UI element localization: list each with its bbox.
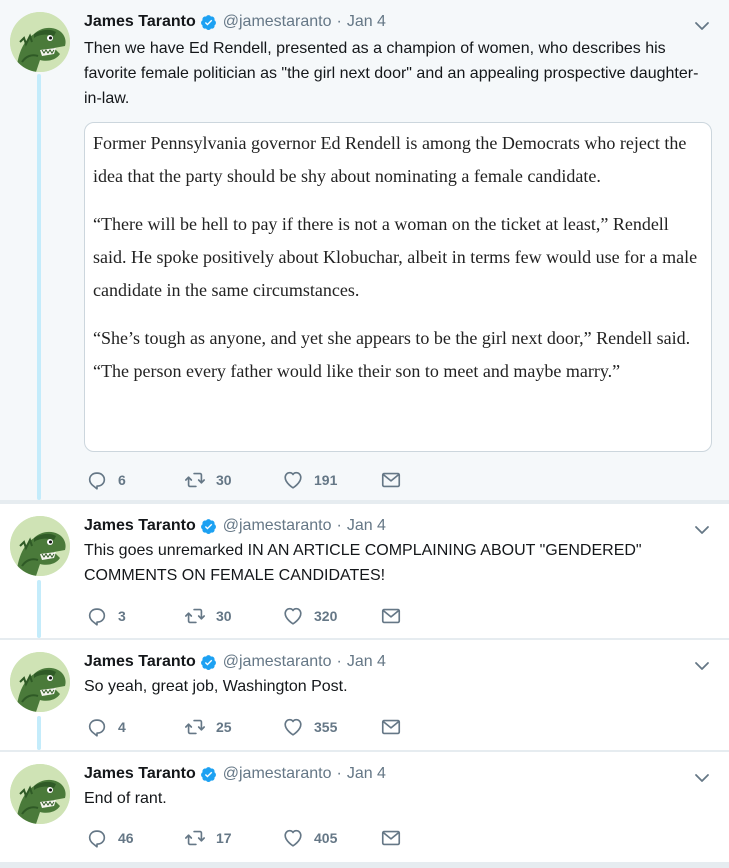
reply-button[interactable]: 3 xyxy=(86,605,184,627)
retweet-button[interactable]: 30 xyxy=(184,469,282,491)
chevron-down-icon[interactable] xyxy=(693,769,711,787)
thread-connector xyxy=(37,74,41,500)
author-handle[interactable]: @jamestaranto xyxy=(223,653,332,671)
tweet-actions: 46 17 405 xyxy=(86,826,478,850)
retweet-icon xyxy=(184,605,216,627)
heart-icon xyxy=(282,716,314,738)
tweet-header: James Taranto @jamestaranto · Jan 4 xyxy=(84,10,386,34)
avatar[interactable] xyxy=(10,12,70,72)
tweet[interactable]: James Taranto @jamestaranto · Jan 4 End … xyxy=(0,752,729,862)
tweet-actions: 3 30 320 xyxy=(86,604,478,628)
like-count: 405 xyxy=(314,830,338,846)
tweet[interactable]: James Taranto @jamestaranto · Jan 4 This… xyxy=(0,504,729,638)
separator-dot: · xyxy=(336,517,342,534)
like-count: 320 xyxy=(314,608,338,624)
mail-icon xyxy=(380,469,402,491)
retweet-button[interactable]: 30 xyxy=(184,605,282,627)
direct-message-button[interactable] xyxy=(380,605,478,627)
verified-badge-icon xyxy=(200,14,217,31)
author-name[interactable]: James Taranto xyxy=(84,13,196,31)
tweet-text: This goes unremarked IN AN ARTICLE COMPL… xyxy=(84,542,642,584)
reply-button[interactable]: 46 xyxy=(86,827,184,849)
tweet[interactable]: James Taranto @jamestaranto · Jan 4 So y… xyxy=(0,640,729,750)
retweet-button[interactable]: 25 xyxy=(184,716,282,738)
retweet-icon xyxy=(184,469,216,491)
like-button[interactable]: 355 xyxy=(282,716,380,738)
heart-icon xyxy=(282,827,314,849)
retweet-count: 30 xyxy=(216,472,232,488)
retweet-button[interactable]: 17 xyxy=(184,827,282,849)
author-handle[interactable]: @jamestaranto xyxy=(223,517,332,535)
reply-count: 3 xyxy=(118,608,126,624)
direct-message-button[interactable] xyxy=(380,469,478,491)
retweet-count: 30 xyxy=(216,608,232,624)
tweet-header: James Taranto @jamestaranto · Jan 4 xyxy=(84,514,386,538)
avatar[interactable] xyxy=(10,516,70,576)
retweet-count: 25 xyxy=(216,719,232,735)
tweet-header: James Taranto @jamestaranto · Jan 4 xyxy=(84,762,386,786)
chevron-down-icon[interactable] xyxy=(693,521,711,539)
avatar[interactable] xyxy=(10,652,70,712)
quote-paragraph: Former Pennsylvania governor Ed Rendell … xyxy=(93,133,687,186)
tweet-actions: 6 30 191 xyxy=(86,468,478,492)
reply-count: 6 xyxy=(118,472,126,488)
thread-connector xyxy=(37,580,41,638)
retweet-count: 17 xyxy=(216,830,232,846)
reply-icon xyxy=(86,469,118,491)
chevron-down-icon[interactable] xyxy=(693,17,711,35)
heart-icon xyxy=(282,469,314,491)
like-count: 355 xyxy=(314,719,338,735)
verified-badge-icon xyxy=(200,766,217,783)
like-button[interactable]: 191 xyxy=(282,469,380,491)
tweet-date[interactable]: Jan 4 xyxy=(347,13,386,31)
tweet-date[interactable]: Jan 4 xyxy=(347,517,386,535)
reply-icon xyxy=(86,716,118,738)
tweet-text: End of rant. xyxy=(84,790,167,807)
mail-icon xyxy=(380,605,402,627)
like-button[interactable]: 405 xyxy=(282,827,380,849)
quoted-article-image[interactable]: Former Pennsylvania governor Ed Rendell … xyxy=(84,122,712,452)
tweet-actions: 4 25 355 xyxy=(86,715,478,739)
author-name[interactable]: James Taranto xyxy=(84,517,196,535)
mail-icon xyxy=(380,827,402,849)
tweet-text: So yeah, great job, Washington Post. xyxy=(84,678,348,695)
tweet[interactable]: James Taranto @jamestaranto · Jan 4 Then… xyxy=(0,0,729,500)
reply-count: 46 xyxy=(118,830,134,846)
reply-button[interactable]: 6 xyxy=(86,469,184,491)
retweet-icon xyxy=(184,716,216,738)
quote-paragraph: “She’s tough as anyone, and yet she appe… xyxy=(93,328,691,381)
mail-icon xyxy=(380,716,402,738)
author-name[interactable]: James Taranto xyxy=(84,653,196,671)
heart-icon xyxy=(282,605,314,627)
like-button[interactable]: 320 xyxy=(282,605,380,627)
thread-connector xyxy=(37,716,41,750)
retweet-icon xyxy=(184,827,216,849)
verified-badge-icon xyxy=(200,518,217,535)
author-name[interactable]: James Taranto xyxy=(84,765,196,783)
verified-badge-icon xyxy=(200,654,217,671)
tweet-date[interactable]: Jan 4 xyxy=(347,765,386,783)
tweet-text: Then we have Ed Rendell, presented as a … xyxy=(84,40,699,107)
author-handle[interactable]: @jamestaranto xyxy=(223,765,332,783)
tweet-date[interactable]: Jan 4 xyxy=(347,653,386,671)
direct-message-button[interactable] xyxy=(380,716,478,738)
reply-icon xyxy=(86,827,118,849)
separator-dot: · xyxy=(336,653,342,670)
direct-message-button[interactable] xyxy=(380,827,478,849)
separator-dot: · xyxy=(336,765,342,782)
tweet-header: James Taranto @jamestaranto · Jan 4 xyxy=(84,650,386,674)
reply-count: 4 xyxy=(118,719,126,735)
separator-dot: · xyxy=(336,13,342,30)
reply-icon xyxy=(86,605,118,627)
chevron-down-icon[interactable] xyxy=(693,657,711,675)
quote-paragraph: “There will be hell to pay if there is n… xyxy=(93,214,698,300)
like-count: 191 xyxy=(314,472,338,488)
avatar[interactable] xyxy=(10,764,70,824)
author-handle[interactable]: @jamestaranto xyxy=(223,13,332,31)
reply-button[interactable]: 4 xyxy=(86,716,184,738)
